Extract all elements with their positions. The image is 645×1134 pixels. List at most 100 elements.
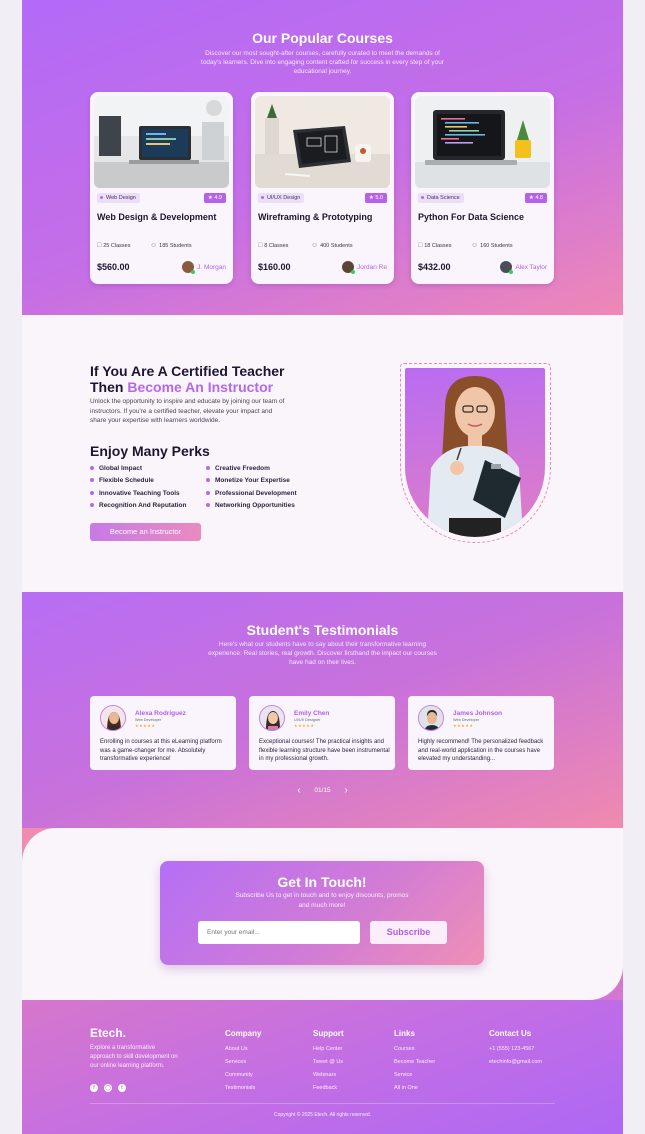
classes-count: □ 8 Classes	[258, 242, 289, 249]
page-indicator: 01/15	[314, 787, 331, 794]
subscribe-box: Get In Touch! Subscribe Us to get in tou…	[160, 861, 484, 965]
perk-item: Recognition And Reputation	[90, 502, 187, 509]
avatar	[259, 705, 285, 731]
testimonial-name: James Johnson	[453, 710, 503, 717]
perk-item: Networking Opportunities	[206, 502, 295, 509]
footer-divider	[90, 1103, 555, 1104]
perk-item: Flexible Schedule	[90, 477, 154, 484]
rating-badge: ★ 4.9	[203, 193, 226, 203]
social-links: f ◯ t	[90, 1084, 126, 1092]
chevron-right-icon[interactable]: ›	[344, 785, 347, 796]
category-tag: Web Design	[97, 193, 140, 203]
footer-link[interactable]: Courses	[394, 1043, 435, 1056]
section-subtitle: Discover our most sought-after courses, …	[201, 50, 444, 75]
footer-link[interactable]: About Us	[225, 1043, 261, 1056]
instructor-description: Unlock the opportunity to inspire and ed…	[90, 398, 285, 424]
course-image	[94, 96, 229, 188]
perk-item: Professional Development	[206, 490, 297, 497]
footer-column-title: Support	[313, 1029, 344, 1038]
testimonial-card: Emily Chen UI/UX Designer ★★★★★ Exceptio…	[249, 696, 395, 770]
star-rating: ★★★★★	[294, 723, 315, 728]
user-icon: ☺	[471, 242, 479, 249]
category-tag: UI/UX Design	[258, 193, 305, 203]
footer-link[interactable]: Become Teacher	[394, 1056, 435, 1069]
category-tag: Data Science	[418, 193, 464, 203]
footer-column-title: Contact Us	[489, 1029, 532, 1038]
become-instructor-button[interactable]: Become an Instructor	[90, 523, 201, 541]
section-title: Our Popular Courses	[252, 30, 393, 46]
chevron-left-icon[interactable]: ‹	[297, 785, 300, 796]
testimonial-text: Enrolling in courses at this eLearning p…	[100, 739, 222, 762]
course-title: Web Design & Development	[97, 212, 217, 222]
book-icon: □	[97, 242, 102, 249]
footer-link[interactable]: Services	[225, 1056, 261, 1069]
classes-count: □ 18 Classes	[418, 242, 452, 249]
footer-column-support: Support Help Center Tweet @ Us Webinars …	[313, 1029, 344, 1095]
course-price: $432.00	[418, 262, 451, 272]
footer-logo[interactable]: Etech.	[90, 1026, 126, 1040]
author[interactable]: J. Morgan	[182, 261, 226, 274]
footer-column-links: Links Courses Become Teacher Service All…	[394, 1029, 435, 1095]
copyright: Copyright © 2025 Etech. All rights reser…	[273, 1112, 372, 1118]
instructor-photo	[405, 368, 545, 537]
footer-link[interactable]: Testimonials	[225, 1082, 261, 1095]
perk-item: Global Impact	[90, 465, 142, 472]
classes-count: □ 25 Classes	[97, 242, 131, 249]
testimonial-card: Alexa Rodriguez Web Developer ★★★★★ Enro…	[90, 696, 236, 770]
footer-link[interactable]: Community	[225, 1069, 261, 1082]
course-image	[415, 96, 550, 188]
perk-item: Creative Freedom	[206, 465, 270, 472]
instagram-icon[interactable]: ◯	[104, 1084, 112, 1092]
course-price: $160.00	[258, 262, 291, 272]
footer-link[interactable]: All in One	[394, 1082, 435, 1095]
testimonial-text: Highly recommend! The personalized feedb…	[418, 739, 544, 762]
avatar	[500, 261, 514, 274]
footer-description: Explore a transformative approach to ski…	[90, 1045, 178, 1069]
footer-email[interactable]: etechinfo@gmail.com	[489, 1056, 542, 1069]
user-icon: ☺	[150, 242, 158, 249]
students-count: ☺ 400 Students	[311, 242, 353, 249]
testimonial-role: Web Developer	[453, 718, 480, 722]
footer-link[interactable]: Webinars	[313, 1069, 344, 1082]
testimonial-name: Emily Chen	[294, 710, 330, 717]
twitter-icon[interactable]: t	[118, 1084, 126, 1092]
subscribe-button[interactable]: Subscribe	[370, 921, 447, 944]
avatar	[342, 261, 355, 274]
star-rating: ★★★★★	[453, 723, 474, 728]
testimonial-pager: ‹ 01/15 ›	[22, 785, 623, 796]
footer-link[interactable]: Feedback	[313, 1082, 344, 1095]
book-icon: □	[258, 242, 263, 249]
book-icon: □	[418, 242, 423, 249]
course-card[interactable]: Data Science ★ 4.8 Python For Data Scien…	[411, 92, 554, 284]
rating-badge: ★ 4.8	[524, 193, 547, 203]
testimonial-card: James Johnson Web Developer ★★★★★ Highly…	[408, 696, 554, 770]
course-title: Wireframing & Prototyping	[258, 212, 373, 222]
testimonial-role: UI/UX Designer	[294, 718, 321, 722]
course-title: Python For Data Science	[418, 212, 525, 222]
email-input[interactable]	[198, 921, 360, 944]
testimonials-section: Student's Testimonials Here's what our s…	[22, 592, 623, 828]
contact-subtitle: Subscribe Us to get in touch and to enjo…	[235, 892, 409, 909]
students-count: ☺ 185 Students	[150, 242, 192, 249]
footer-phone[interactable]: +1 (555) 123-4567	[489, 1043, 542, 1056]
page: Our Popular Courses Discover our most so…	[22, 0, 623, 1134]
contact-title: Get In Touch!	[277, 874, 367, 890]
course-card[interactable]: Web Design ★ 4.9 Web Design & Developmen…	[90, 92, 233, 284]
perk-item: Monetize Your Expertise	[206, 477, 290, 484]
students-count: ☺ 160 Students	[471, 242, 513, 249]
footer-link[interactable]: Tweet @ Us	[313, 1056, 344, 1069]
instructor-heading: If You Are A Certified Teacher Then Beco…	[90, 363, 285, 395]
footer-link[interactable]: Service	[394, 1069, 435, 1082]
course-card[interactable]: UI/UX Design ★ 5.0 Wireframing & Prototy…	[251, 92, 394, 284]
become-instructor-section: If You Are A Certified Teacher Then Beco…	[22, 315, 623, 592]
avatar	[418, 705, 444, 731]
facebook-icon[interactable]: f	[90, 1084, 98, 1092]
course-price: $560.00	[97, 262, 130, 272]
footer-link[interactable]: Help Center	[313, 1043, 344, 1056]
popular-courses-section: Our Popular Courses Discover our most so…	[22, 0, 623, 315]
course-image	[255, 96, 390, 188]
instructor-photo-frame	[400, 363, 551, 543]
author[interactable]: Alex Taylor	[500, 261, 547, 274]
author[interactable]: Jordan Re	[342, 261, 387, 274]
rating-badge: ★ 5.0	[364, 193, 387, 203]
